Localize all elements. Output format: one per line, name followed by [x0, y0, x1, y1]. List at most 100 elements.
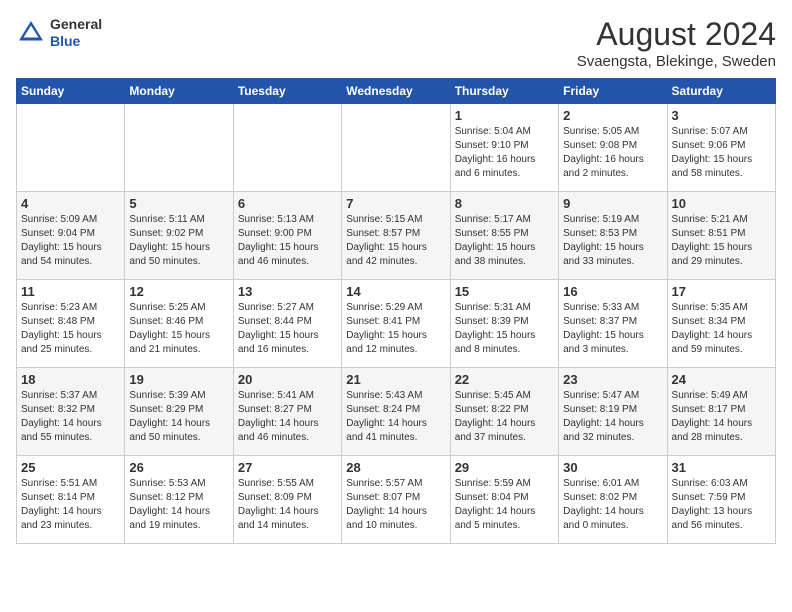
- calendar-cell: [233, 104, 341, 192]
- day-info: Sunrise: 5:29 AM Sunset: 8:41 PM Dayligh…: [346, 301, 445, 357]
- day-info: Sunrise: 5:25 AM Sunset: 8:46 PM Dayligh…: [129, 301, 228, 357]
- logo-text: General Blue: [50, 16, 102, 50]
- calendar-cell: 22Sunrise: 5:45 AM Sunset: 8:22 PM Dayli…: [450, 368, 558, 456]
- day-number: 23: [563, 372, 662, 387]
- calendar-cell: 18Sunrise: 5:37 AM Sunset: 8:32 PM Dayli…: [17, 368, 125, 456]
- calendar-table: SundayMondayTuesdayWednesdayThursdayFrid…: [16, 78, 776, 544]
- day-number: 8: [455, 196, 554, 211]
- day-info: Sunrise: 5:05 AM Sunset: 9:08 PM Dayligh…: [563, 125, 662, 181]
- day-number: 13: [238, 284, 337, 299]
- day-number: 28: [346, 460, 445, 475]
- day-info: Sunrise: 5:19 AM Sunset: 8:53 PM Dayligh…: [563, 213, 662, 269]
- day-info: Sunrise: 5:51 AM Sunset: 8:14 PM Dayligh…: [21, 477, 120, 533]
- day-info: Sunrise: 5:55 AM Sunset: 8:09 PM Dayligh…: [238, 477, 337, 533]
- day-number: 14: [346, 284, 445, 299]
- day-info: Sunrise: 5:11 AM Sunset: 9:02 PM Dayligh…: [129, 213, 228, 269]
- calendar-cell: 12 Sunrise: 5:25 AM Sunset: 8:46 PM Dayli…: [125, 280, 233, 368]
- day-number: 7: [346, 196, 445, 211]
- logo-blue: Blue: [50, 33, 102, 50]
- page-header: General Blue August 2024 Svaengsta, Blek…: [16, 16, 776, 70]
- calendar-header: SundayMondayTuesdayWednesdayThursdayFrid…: [17, 79, 776, 104]
- header-day-sunday: Sunday: [17, 79, 125, 104]
- day-number: 24: [672, 372, 771, 387]
- week-row-2: 4Sunrise: 5:09 AM Sunset: 9:04 PM Daylig…: [17, 192, 776, 280]
- day-number: 3: [672, 108, 771, 123]
- day-number: 5: [129, 196, 228, 211]
- calendar-cell: 16Sunrise: 5:33 AM Sunset: 8:37 PM Dayli…: [559, 280, 667, 368]
- calendar-cell: 25 Sunrise: 5:51 AM Sunset: 8:14 PM Dayli…: [17, 456, 125, 544]
- day-number: 29: [455, 460, 554, 475]
- day-number: 12: [129, 284, 228, 299]
- day-number: 1: [455, 108, 554, 123]
- day-number: 20: [238, 372, 337, 387]
- week-row-3: 11 Sunrise: 5:23 AM Sunset: 8:48 PM Dayli…: [17, 280, 776, 368]
- day-info: Sunrise: 5:09 AM Sunset: 9:04 PM Dayligh…: [21, 213, 120, 269]
- day-info: Sunrise: 5:47 AM Sunset: 8:19 PM Dayligh…: [563, 389, 662, 445]
- day-number: 2: [563, 108, 662, 123]
- calendar-cell: 17 Sunrise: 5:35 AM Sunset: 8:34 PM Dayli…: [667, 280, 775, 368]
- day-info: Sunrise: 5:17 AM Sunset: 8:55 PM Dayligh…: [455, 213, 554, 269]
- calendar-cell: 28 Sunrise: 5:57 AM Sunset: 8:07 PM Dayli…: [342, 456, 450, 544]
- day-number: 16: [563, 284, 662, 299]
- calendar-cell: 9Sunrise: 5:19 AM Sunset: 8:53 PM Daylig…: [559, 192, 667, 280]
- day-number: 10: [672, 196, 771, 211]
- calendar-cell: 5 Sunrise: 5:11 AM Sunset: 9:02 PM Daylig…: [125, 192, 233, 280]
- day-info: Sunrise: 5:23 AM Sunset: 8:48 PM Dayligh…: [21, 301, 120, 357]
- day-number: 31: [672, 460, 771, 475]
- day-info: Sunrise: 5:43 AM Sunset: 8:24 PM Dayligh…: [346, 389, 445, 445]
- calendar-cell: [125, 104, 233, 192]
- calendar-cell: 30 Sunrise: 6:01 AM Sunset: 8:02 PM Dayli…: [559, 456, 667, 544]
- calendar-cell: 6Sunrise: 5:13 AM Sunset: 9:00 PM Daylig…: [233, 192, 341, 280]
- day-info: Sunrise: 5:57 AM Sunset: 8:07 PM Dayligh…: [346, 477, 445, 533]
- day-number: 6: [238, 196, 337, 211]
- title-block: August 2024 Svaengsta, Blekinge, Sweden: [577, 16, 776, 70]
- calendar-cell: [342, 104, 450, 192]
- week-row-4: 18Sunrise: 5:37 AM Sunset: 8:32 PM Dayli…: [17, 368, 776, 456]
- day-info: Sunrise: 5:35 AM Sunset: 8:34 PM Dayligh…: [672, 301, 771, 357]
- calendar-cell: 21Sunrise: 5:43 AM Sunset: 8:24 PM Dayli…: [342, 368, 450, 456]
- header-day-monday: Monday: [125, 79, 233, 104]
- calendar-cell: 26 Sunrise: 5:53 AM Sunset: 8:12 PM Dayli…: [125, 456, 233, 544]
- day-number: 30: [563, 460, 662, 475]
- calendar-cell: 23 Sunrise: 5:47 AM Sunset: 8:19 PM Dayli…: [559, 368, 667, 456]
- calendar-cell: 13 Sunrise: 5:27 AM Sunset: 8:44 PM Dayli…: [233, 280, 341, 368]
- header-row: SundayMondayTuesdayWednesdayThursdayFrid…: [17, 79, 776, 104]
- week-row-5: 25 Sunrise: 5:51 AM Sunset: 8:14 PM Dayli…: [17, 456, 776, 544]
- calendar-cell: 19Sunrise: 5:39 AM Sunset: 8:29 PM Dayli…: [125, 368, 233, 456]
- calendar-cell: 31Sunrise: 6:03 AM Sunset: 7:59 PM Dayli…: [667, 456, 775, 544]
- logo-icon: [16, 18, 46, 48]
- day-number: 17: [672, 284, 771, 299]
- header-day-tuesday: Tuesday: [233, 79, 341, 104]
- day-info: Sunrise: 5:53 AM Sunset: 8:12 PM Dayligh…: [129, 477, 228, 533]
- day-info: Sunrise: 5:37 AM Sunset: 8:32 PM Dayligh…: [21, 389, 120, 445]
- day-info: Sunrise: 5:04 AM Sunset: 9:10 PM Dayligh…: [455, 125, 554, 181]
- calendar-cell: 3Sunrise: 5:07 AM Sunset: 9:06 PM Daylig…: [667, 104, 775, 192]
- calendar-cell: 24Sunrise: 5:49 AM Sunset: 8:17 PM Dayli…: [667, 368, 775, 456]
- calendar-cell: 2 Sunrise: 5:05 AM Sunset: 9:08 PM Daylig…: [559, 104, 667, 192]
- calendar-cell: 8 Sunrise: 5:17 AM Sunset: 8:55 PM Daylig…: [450, 192, 558, 280]
- day-number: 27: [238, 460, 337, 475]
- calendar-cell: 4Sunrise: 5:09 AM Sunset: 9:04 PM Daylig…: [17, 192, 125, 280]
- day-number: 15: [455, 284, 554, 299]
- logo: General Blue: [16, 16, 102, 50]
- day-info: Sunrise: 5:39 AM Sunset: 8:29 PM Dayligh…: [129, 389, 228, 445]
- logo-general: General: [50, 16, 102, 33]
- calendar-cell: 15 Sunrise: 5:31 AM Sunset: 8:39 PM Dayli…: [450, 280, 558, 368]
- calendar-cell: [17, 104, 125, 192]
- header-day-saturday: Saturday: [667, 79, 775, 104]
- week-row-1: 1 Sunrise: 5:04 AM Sunset: 9:10 PM Daylig…: [17, 104, 776, 192]
- day-info: Sunrise: 5:41 AM Sunset: 8:27 PM Dayligh…: [238, 389, 337, 445]
- day-info: Sunrise: 5:21 AM Sunset: 8:51 PM Dayligh…: [672, 213, 771, 269]
- day-info: Sunrise: 5:59 AM Sunset: 8:04 PM Dayligh…: [455, 477, 554, 533]
- day-info: Sunrise: 5:31 AM Sunset: 8:39 PM Dayligh…: [455, 301, 554, 357]
- calendar-cell: 11 Sunrise: 5:23 AM Sunset: 8:48 PM Dayli…: [17, 280, 125, 368]
- day-number: 25: [21, 460, 120, 475]
- header-day-wednesday: Wednesday: [342, 79, 450, 104]
- day-number: 26: [129, 460, 228, 475]
- calendar-cell: 1 Sunrise: 5:04 AM Sunset: 9:10 PM Daylig…: [450, 104, 558, 192]
- calendar-body: 1 Sunrise: 5:04 AM Sunset: 9:10 PM Daylig…: [17, 104, 776, 544]
- day-number: 22: [455, 372, 554, 387]
- day-number: 11: [21, 284, 120, 299]
- day-info: Sunrise: 5:27 AM Sunset: 8:44 PM Dayligh…: [238, 301, 337, 357]
- day-info: Sunrise: 6:01 AM Sunset: 8:02 PM Dayligh…: [563, 477, 662, 533]
